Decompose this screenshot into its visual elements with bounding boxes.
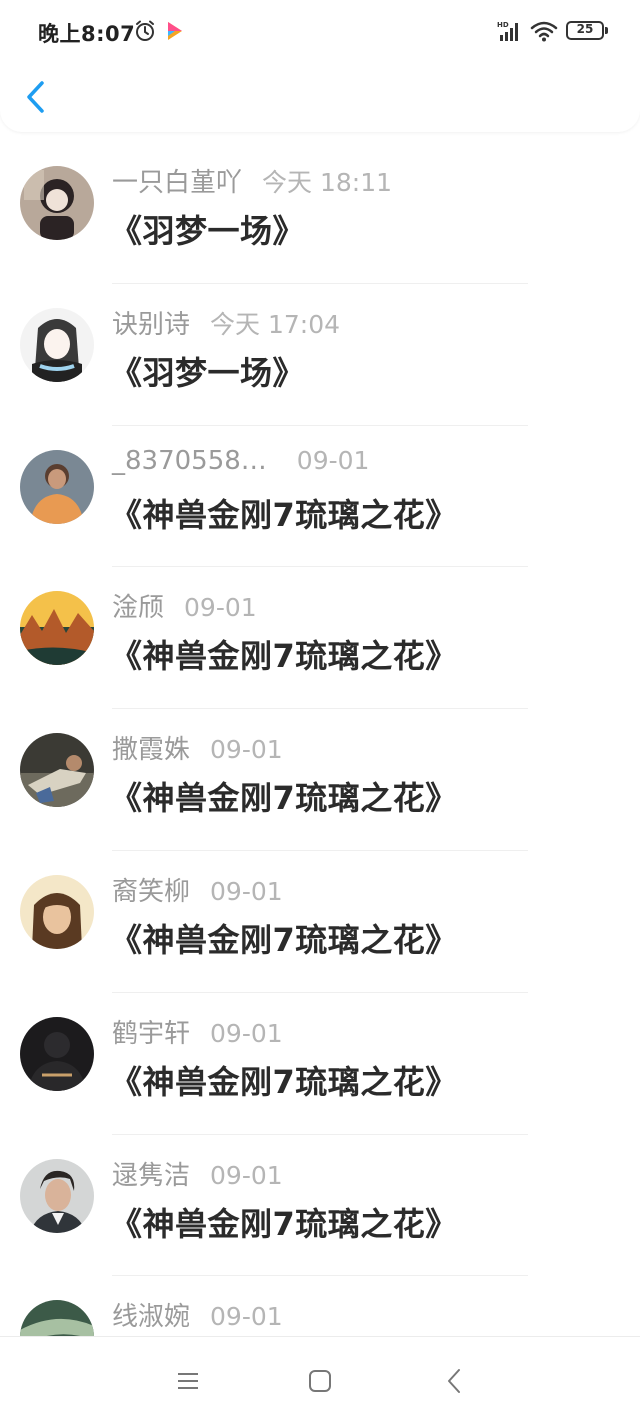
comment-meta: 裔笑柳 09-01 — [112, 871, 283, 907]
comment-meta: 逯隽洁 09-01 — [112, 1155, 283, 1191]
work-title[interactable]: 《神兽金刚7琉璃之花》 — [110, 631, 458, 677]
list-item[interactable]: 线淑婉 09-01 — [0, 1276, 640, 1336]
comment-meta: 撒霞姝 09-01 — [112, 729, 283, 765]
user-name[interactable]: _8370558… — [112, 446, 267, 476]
comment-meta: 线淑婉 09-01 — [112, 1296, 283, 1332]
status-bar: 晚上8:07 HD 25 — [0, 0, 640, 60]
menu-icon — [178, 1373, 198, 1389]
back-button[interactable] — [14, 72, 58, 122]
comment-meta: 淦颀 09-01 — [112, 587, 257, 623]
timestamp: 09-01 — [296, 445, 370, 475]
user-name[interactable]: 撒霞姝 — [112, 729, 190, 766]
video-play-icon — [168, 22, 182, 40]
avatar[interactable] — [20, 591, 94, 666]
avatar[interactable] — [20, 307, 94, 382]
screen: 晚上8:07 HD 25 一只白堇吖 今天 18:11 《羽梦一场》 诀别诗 今… — [0, 0, 640, 1422]
avatar[interactable] — [20, 733, 94, 808]
status-time: 晚上8:07 — [38, 22, 136, 46]
user-name[interactable]: 鹤宇轩 — [112, 1013, 190, 1050]
timestamp: 09-01 — [210, 876, 283, 906]
avatar[interactable] — [20, 1158, 94, 1233]
avatar[interactable] — [20, 449, 94, 524]
battery-level: 25 — [576, 22, 594, 36]
menu-button[interactable] — [170, 1363, 206, 1399]
work-title[interactable]: 《神兽金刚7琉璃之花》 — [110, 773, 458, 819]
svg-text:HD: HD — [497, 21, 509, 29]
list-item[interactable]: 撒霞姝 09-01 《神兽金刚7琉璃之花》 — [0, 709, 640, 851]
list-item[interactable]: _8370558… 09-01 《神兽金刚7琉璃之花》 — [0, 426, 640, 568]
work-title[interactable]: 《神兽金刚7琉璃之花》 — [110, 915, 458, 961]
timestamp: 今天 17:04 — [210, 309, 341, 339]
timestamp: 09-01 — [210, 735, 283, 765]
user-name[interactable]: 线淑婉 — [112, 1296, 190, 1333]
home-button[interactable] — [302, 1363, 338, 1399]
chevron-left-icon — [27, 81, 44, 113]
avatar[interactable] — [20, 874, 94, 949]
comment-meta: 鹤宇轩 09-01 — [112, 1013, 283, 1049]
user-name[interactable]: 一只白堇吖 — [112, 162, 242, 199]
back-triangle-icon — [448, 1369, 460, 1393]
list-item[interactable]: 诀别诗 今天 17:04 《羽梦一场》 — [0, 284, 640, 426]
timestamp: 09-01 — [210, 1018, 283, 1048]
avatar[interactable] — [20, 166, 94, 240]
work-title[interactable]: 《神兽金刚7琉璃之花》 — [110, 490, 458, 536]
list-item[interactable]: 裔笑柳 09-01 《神兽金刚7琉璃之花》 — [0, 851, 640, 993]
comment-list: 一只白堇吖 今天 18:11 《羽梦一场》 诀别诗 今天 17:04 《羽梦一场… — [0, 142, 640, 1336]
user-name[interactable]: 裔笑柳 — [112, 871, 190, 908]
work-title[interactable]: 《羽梦一场》 — [110, 348, 305, 394]
comment-meta: _8370558… 09-01 — [112, 446, 369, 478]
work-title[interactable]: 《羽梦一场》 — [110, 206, 305, 252]
timestamp: 09-01 — [210, 1160, 283, 1190]
list-item[interactable]: 一只白堇吖 今天 18:11 《羽梦一场》 — [0, 142, 640, 284]
timestamp: 09-01 — [210, 1302, 283, 1332]
system-back-button[interactable] — [436, 1363, 472, 1399]
list-item[interactable]: 鹤宇轩 09-01 《神兽金刚7琉璃之花》 — [0, 993, 640, 1135]
alarm-icon — [136, 20, 154, 41]
hd-signal-icon: HD — [497, 21, 518, 41]
avatar[interactable] — [20, 1016, 94, 1091]
work-title[interactable]: 《神兽金刚7琉璃之花》 — [110, 1199, 458, 1245]
work-title[interactable]: 《神兽金刚7琉璃之花》 — [110, 1057, 458, 1103]
user-name[interactable]: 淦颀 — [112, 587, 164, 624]
home-square-icon — [309, 1370, 331, 1392]
user-name[interactable]: 诀别诗 — [112, 304, 190, 341]
wifi-icon — [530, 21, 558, 42]
system-nav-bar — [0, 1336, 640, 1422]
list-item[interactable]: 淦颀 09-01 《神兽金刚7琉璃之花》 — [0, 567, 640, 710]
comment-meta: 一只白堇吖 今天 18:11 — [112, 162, 392, 198]
list-item[interactable]: 逯隽洁 09-01 《神兽金刚7琉璃之花》 — [0, 1135, 640, 1277]
timestamp: 09-01 — [184, 593, 257, 623]
user-name[interactable]: 逯隽洁 — [112, 1155, 190, 1192]
avatar[interactable] — [20, 1300, 94, 1336]
comment-meta: 诀别诗 今天 17:04 — [112, 304, 340, 340]
timestamp: 今天 18:11 — [262, 168, 393, 197]
battery-icon: 25 — [566, 21, 608, 40]
